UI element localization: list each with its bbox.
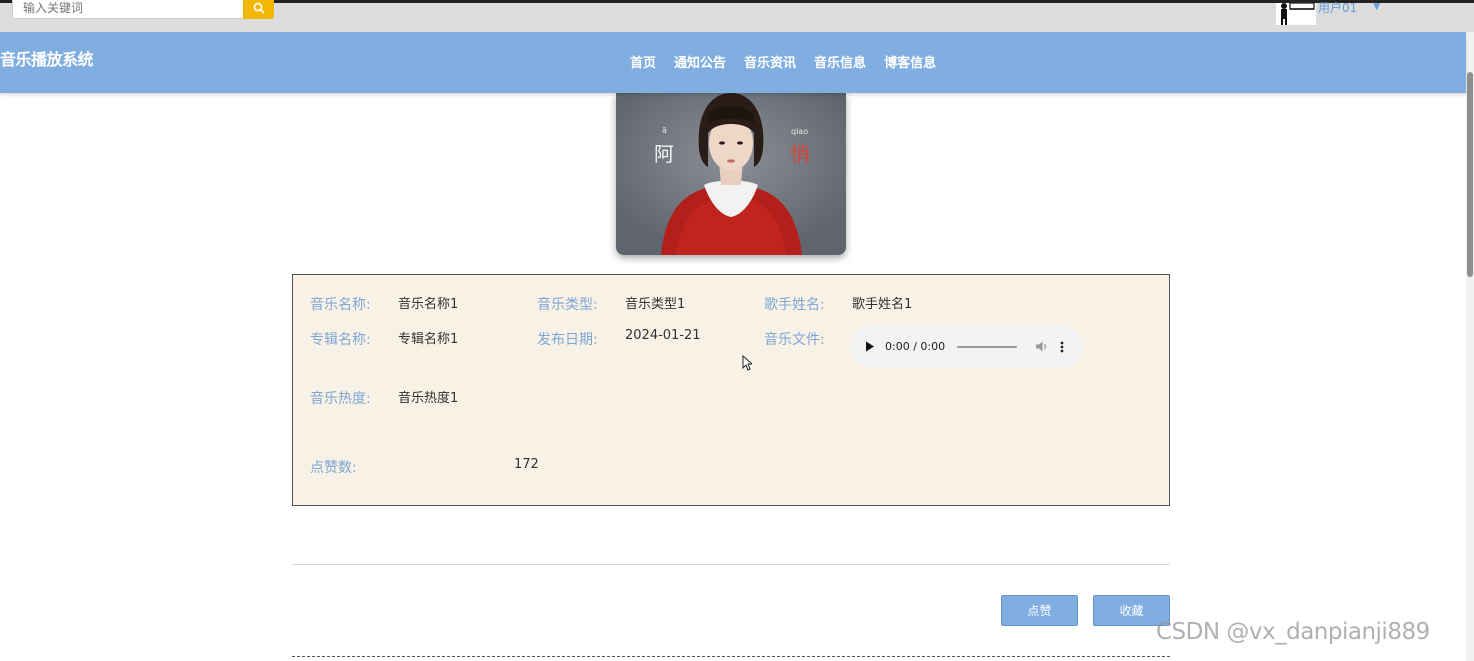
user-name[interactable]: 用户01 <box>1318 2 1357 14</box>
release-date-value: 2024-01-21 <box>625 328 701 343</box>
avatar[interactable] <box>1276 3 1316 25</box>
audio-player: 0:00 / 0:00 <box>851 326 1082 367</box>
music-file-label: 音乐文件: <box>764 332 825 348</box>
play-icon <box>866 341 874 352</box>
cover-char-left: 阿 <box>654 142 674 166</box>
singer-portrait <box>616 93 846 255</box>
nav-item-music-info[interactable]: 音乐信息 <box>814 52 866 71</box>
search-icon <box>253 2 265 14</box>
nav-menu: 首页 通知公告 音乐资讯 音乐信息 博客信息 <box>630 52 954 71</box>
dashed-divider <box>292 656 1170 657</box>
chevron-down-icon[interactable]: ▼ <box>1373 3 1380 12</box>
likes-count: 172 <box>514 457 539 472</box>
audio-progress-bar[interactable] <box>957 345 1018 348</box>
search-button[interactable] <box>243 0 274 19</box>
user-menu[interactable]: 用户01 ▼ <box>1276 2 1380 25</box>
cover-pinyin-right: qiao <box>791 127 809 136</box>
music-detail-panel: 音乐名称: 音乐名称1 音乐类型: 音乐类型1 歌手姓名: 歌手姓名1 专辑名称… <box>292 274 1170 506</box>
nav-item-notices[interactable]: 通知公告 <box>674 52 726 71</box>
navbar: 音乐播放系统 首页 通知公告 音乐资讯 音乐信息 博客信息 <box>0 32 1466 93</box>
like-button[interactable]: 点赞 <box>1001 595 1078 626</box>
likes-label: 点赞数: <box>310 460 357 476</box>
album-cover-image: ā 阿 qiao 悄 <box>616 93 846 255</box>
scrollbar-thumb[interactable] <box>1467 72 1473 277</box>
singer-value: 歌手姓名1 <box>852 297 913 312</box>
music-name-label: 音乐名称: <box>310 297 371 313</box>
nav-item-blog-info[interactable]: 博客信息 <box>884 52 936 71</box>
more-vertical-icon <box>1060 341 1064 352</box>
volume-button[interactable] <box>1035 341 1048 352</box>
cover-pinyin-left: ā <box>662 126 667 135</box>
album-value: 专辑名称1 <box>398 332 459 347</box>
nav-item-music-news[interactable]: 音乐资讯 <box>744 52 796 71</box>
heat-label: 音乐热度: <box>310 391 371 407</box>
music-type-label: 音乐类型: <box>537 297 598 313</box>
singer-label: 歌手姓名: <box>764 297 825 313</box>
search-input[interactable] <box>12 0 244 19</box>
music-type-value: 音乐类型1 <box>625 297 686 312</box>
scrollbar[interactable] <box>1466 32 1474 661</box>
audio-time: 0:00 / 0:00 <box>885 340 946 353</box>
release-date-label: 发布日期: <box>537 332 598 348</box>
top-bar: 用户01 ▼ <box>0 0 1474 32</box>
music-name-value: 音乐名称1 <box>398 297 459 312</box>
heat-value: 音乐热度1 <box>398 391 459 406</box>
nav-item-home[interactable]: 首页 <box>630 52 656 71</box>
play-button[interactable] <box>863 340 877 354</box>
watermark: CSDN @vx_danpianji889 <box>1156 619 1430 645</box>
cover-char-right: 悄 <box>790 142 810 166</box>
volume-icon <box>1036 341 1047 352</box>
mouse-cursor-icon <box>742 355 752 371</box>
site-title[interactable]: 音乐播放系统 <box>0 46 94 70</box>
more-options-button[interactable] <box>1060 341 1064 353</box>
album-label: 专辑名称: <box>310 332 371 348</box>
section-divider <box>292 564 1170 565</box>
